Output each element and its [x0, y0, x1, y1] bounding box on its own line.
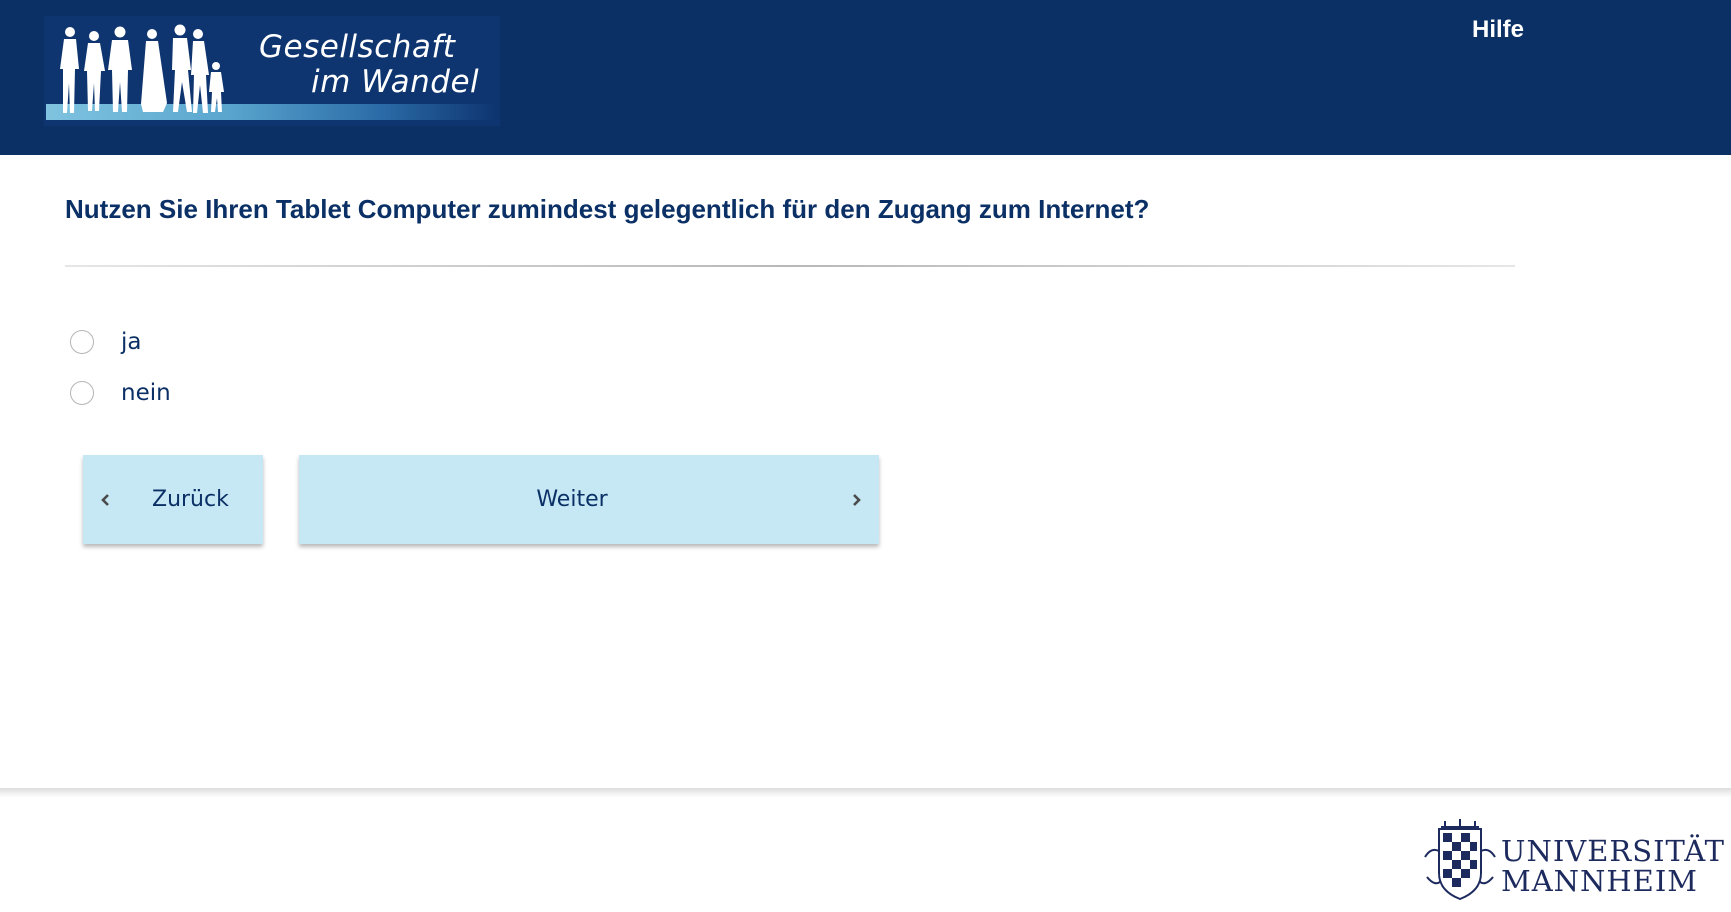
footer-divider — [0, 788, 1731, 798]
radio-ja[interactable] — [70, 330, 94, 354]
help-link[interactable]: Hilfe — [1472, 16, 1524, 44]
option-label-ja[interactable]: ja — [121, 329, 141, 355]
logo-text-line2: im Wandel — [311, 64, 480, 100]
logo-text-line1: Gesellschaft — [259, 29, 456, 65]
back-button-label: Zurück — [152, 487, 229, 512]
university-name-line1: UNIVERSITÄT — [1501, 834, 1725, 868]
next-button[interactable]: Weiter — [299, 455, 879, 544]
university-name-line2: MANNHEIM — [1501, 864, 1698, 898]
chevron-right-icon — [853, 494, 861, 506]
gesellschaft-im-wandel-logo: Gesellschaft im Wandel — [44, 16, 500, 126]
chevron-left-icon — [101, 494, 109, 506]
next-button-label: Weiter — [536, 487, 608, 512]
radio-nein[interactable] — [70, 381, 94, 405]
option-ja[interactable]: ja — [70, 329, 141, 355]
divider — [65, 265, 1515, 267]
back-button[interactable]: Zurück — [83, 455, 263, 544]
option-nein[interactable]: nein — [70, 380, 171, 406]
option-label-nein[interactable]: nein — [121, 380, 171, 406]
logo-text: Gesellschaft im Wandel — [259, 30, 479, 100]
header: Gesellschaft im Wandel Hilfe — [0, 0, 1731, 155]
question-text: Nutzen Sie Ihren Tablet Computer zuminde… — [65, 194, 1150, 224]
universitaet-mannheim-logo: UNIVERSITÄT MANNHEIM — [1421, 817, 1724, 902]
university-crest-icon — [1424, 819, 1496, 901]
people-silhouette-icon — [60, 24, 224, 113]
university-name: UNIVERSITÄT MANNHEIM — [1501, 836, 1725, 896]
